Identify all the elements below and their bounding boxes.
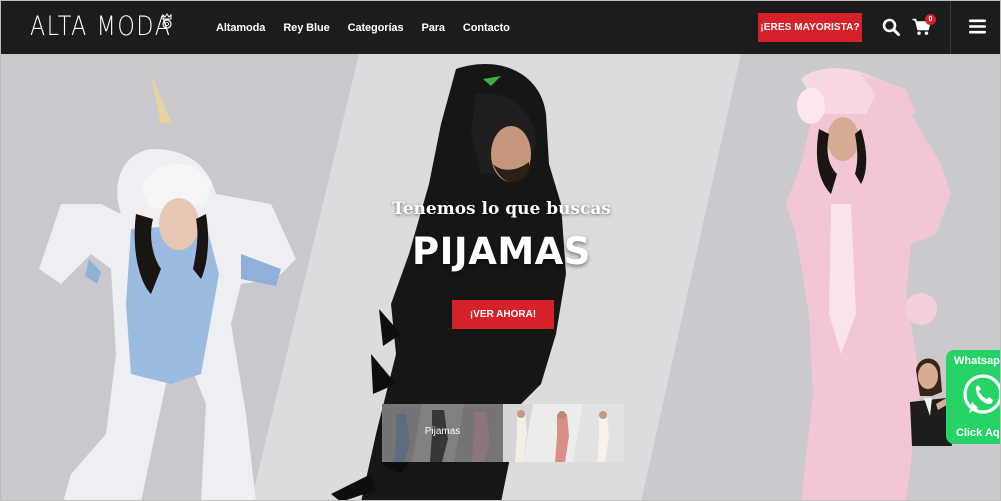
slider-thumbnail-pijamas[interactable]: Pijamas: [382, 404, 503, 462]
header-divider: [950, 1, 951, 54]
hero-title: PIJAMAS: [412, 230, 591, 273]
ver-ahora-button[interactable]: ¡VER AHORA!: [452, 300, 554, 329]
whatsapp-icon[interactable]: [960, 372, 1001, 418]
whatsapp-label: Whatsapp: [954, 355, 1000, 367]
slider-thumbnails: Pijamas: [382, 404, 624, 462]
site-logo[interactable]: ALTA MODA: [30, 11, 203, 43]
nav-link-categorias[interactable]: Categorías: [348, 22, 404, 34]
thumbnail-image: [503, 404, 624, 462]
mayorista-button[interactable]: ¡ERES MAYORISTA?: [758, 13, 862, 42]
main-nav: Altamoda Rey Blue Categorías Para Contac…: [216, 1, 528, 54]
nav-link-contacto[interactable]: Contacto: [463, 22, 510, 34]
hamburger-menu-icon[interactable]: [969, 19, 986, 34]
cart-count-badge: 0: [925, 14, 936, 25]
nav-link-para[interactable]: Para: [421, 22, 445, 34]
top-navbar: ALTA MODA Altamoda Rey Blue Categorías P…: [1, 1, 1000, 54]
hero-subtitle: Tenemos lo que buscas: [392, 199, 611, 219]
crest-icon: [162, 13, 172, 29]
nav-link-altamoda[interactable]: Altamoda: [216, 22, 265, 34]
nav-link-rey-blue[interactable]: Rey Blue: [283, 22, 329, 34]
hero-slider: Tenemos lo que buscas PIJAMAS ¡VER AHORA…: [1, 54, 1001, 500]
logo-text: ALTA MODA: [30, 11, 172, 42]
slider-thumbnail-2[interactable]: [503, 404, 624, 462]
whatsapp-widget[interactable]: Whatsapp Click Aqui: [906, 348, 1001, 448]
whatsapp-click-label: Click Aqui: [956, 427, 1000, 439]
search-icon[interactable]: [882, 18, 900, 36]
thumbnail-label: Pijamas: [424, 426, 461, 437]
page-frame: ALTA MODA Altamoda Rey Blue Categorías P…: [0, 0, 1001, 501]
